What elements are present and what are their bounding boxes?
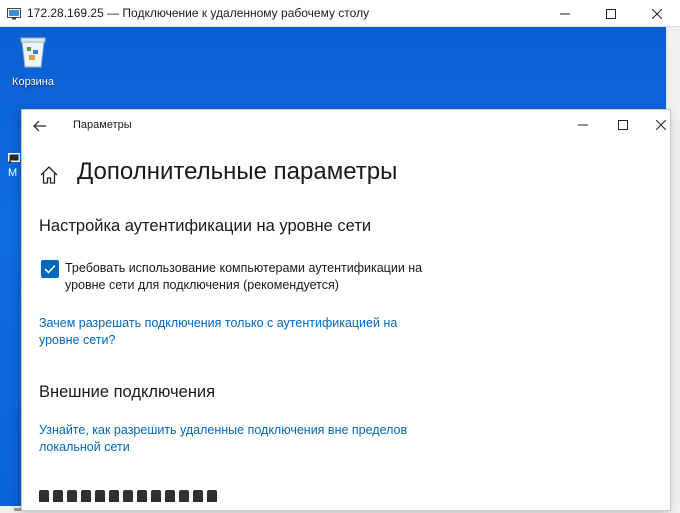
rdp-titlebar: 172.28.169.25 — Подключение к удаленному…: [0, 0, 680, 27]
maximize-icon: [606, 8, 616, 19]
close-icon: [652, 8, 662, 19]
recycle-bin-icon: [20, 37, 46, 68]
nla-checkbox[interactable]: [41, 260, 59, 278]
minimize-icon: [578, 124, 588, 126]
recycle-bin-label: Корзина: [12, 76, 54, 88]
clipped-next-heading: [39, 488, 219, 502]
settings-close-button[interactable]: [638, 110, 680, 140]
minimize-icon: [560, 13, 570, 14]
settings-titlebar: Параметры: [22, 110, 670, 142]
recycle-bin-shortcut[interactable]: Корзина: [10, 33, 56, 88]
rdp-close-button[interactable]: [634, 0, 680, 27]
desktop-shortcut-icon[interactable]: [8, 151, 22, 165]
back-button[interactable]: [32, 118, 48, 134]
home-icon[interactable]: [39, 165, 59, 185]
nla-help-link[interactable]: Зачем разрешать подключения только с аут…: [39, 315, 439, 349]
maximize-icon: [618, 120, 628, 130]
external-connections-help-link[interactable]: Узнайте, как разрешить удаленные подключ…: [39, 422, 409, 456]
settings-window-title: Параметры: [73, 119, 132, 131]
rdp-maximize-button[interactable]: [588, 0, 634, 27]
checkmark-icon: [44, 264, 56, 274]
settings-window: Параметры Дополнительные параметры Настр…: [22, 110, 670, 510]
rdp-window-title: 172.28.169.25 — Подключение к удаленному…: [27, 6, 370, 20]
close-icon: [656, 120, 666, 130]
desktop-shortcut-label: M: [8, 167, 18, 179]
rdp-minimize-button[interactable]: [542, 0, 588, 27]
nla-section-heading: Настройка аутентификации на уровне сети: [39, 217, 372, 235]
back-arrow-icon: [33, 120, 46, 132]
external-connections-heading: Внешние подключения: [39, 383, 216, 401]
page-title: Дополнительные параметры: [77, 158, 398, 185]
nla-checkbox-label: Требовать использование компьютерами аут…: [65, 261, 423, 292]
remote-desktop-icon: [7, 7, 21, 20]
